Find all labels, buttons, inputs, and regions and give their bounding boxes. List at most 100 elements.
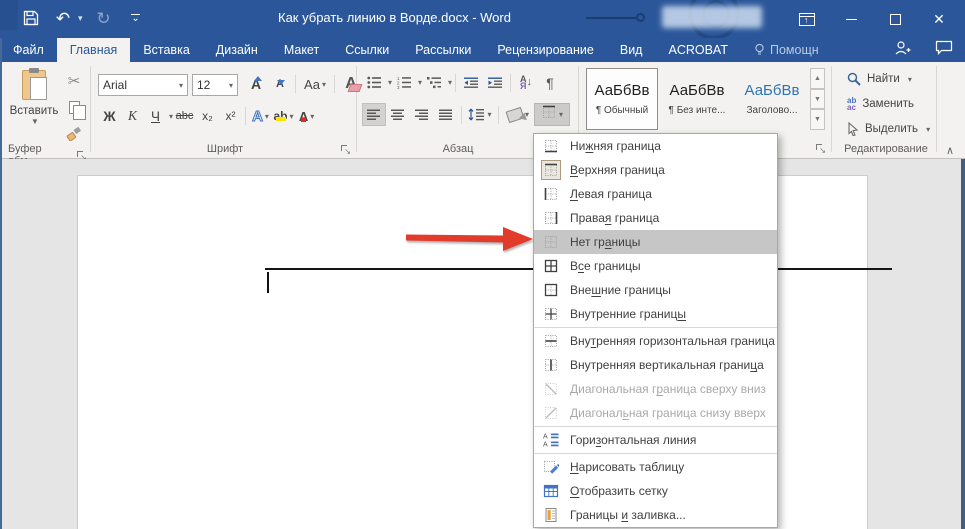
menu-item-border-top[interactable]: Верхняя граница bbox=[534, 158, 777, 182]
justify-button[interactable] bbox=[434, 103, 458, 126]
font-size-combobox[interactable]: 12 ▾ bbox=[192, 74, 238, 96]
align-right-button[interactable] bbox=[410, 103, 434, 126]
menu-item-border-all[interactable]: Все границы bbox=[534, 254, 777, 278]
tab-7[interactable]: Рецензирование bbox=[484, 38, 607, 62]
maximize-button[interactable] bbox=[873, 0, 917, 38]
paste-button[interactable]: Вставить ▼ bbox=[8, 70, 60, 142]
tab-8[interactable]: Вид bbox=[607, 38, 656, 62]
increase-indent-button[interactable] bbox=[483, 71, 507, 94]
clear-formatting-button[interactable]: А bbox=[338, 72, 364, 96]
share-button[interactable] bbox=[893, 40, 911, 61]
cut-button[interactable]: ✂ bbox=[62, 70, 86, 92]
superscript-button[interactable]: x² bbox=[219, 104, 242, 128]
show-hide-marks-button[interactable]: ¶ bbox=[538, 71, 562, 94]
font-family-combobox[interactable]: Arial ▾ bbox=[98, 74, 188, 96]
font-dialog-launcher-icon[interactable] bbox=[340, 144, 350, 154]
undo-button[interactable]: ↶ bbox=[52, 6, 74, 30]
font-family-dropdown-arrow[interactable]: ▾ bbox=[179, 81, 183, 90]
subscript-button[interactable]: x₂ bbox=[196, 104, 219, 128]
style-card-1[interactable]: АаБбВв¶ Без инте... bbox=[661, 68, 733, 130]
style-card-0[interactable]: АаБбВв¶ Обычный bbox=[586, 68, 658, 130]
styles-scroll-up-button[interactable]: ▲ bbox=[810, 68, 825, 89]
tab-file[interactable]: Файл bbox=[0, 38, 57, 62]
numbering-button[interactable]: 1 2 3 bbox=[392, 71, 416, 94]
menu-item-borders-shading[interactable]: Границы и заливка... bbox=[534, 503, 777, 527]
menu-item-border-inside-v[interactable]: Внутренняя вертикальная граница bbox=[534, 353, 777, 377]
shading-button[interactable]: ▾ bbox=[502, 103, 534, 126]
highlight-dropdown-arrow[interactable]: ▾ bbox=[290, 112, 294, 121]
paste-dropdown-arrow[interactable]: ▼ bbox=[31, 117, 39, 126]
strikethrough-button[interactable]: abc bbox=[173, 104, 196, 128]
collapse-ribbon-button[interactable]: ∧ bbox=[941, 144, 959, 157]
undo-icon: ↶ bbox=[56, 10, 70, 27]
multilevel-list-button[interactable] bbox=[422, 71, 446, 94]
borders-dropdown-arrow[interactable]: ▾ bbox=[559, 110, 563, 119]
tab-1[interactable]: Главная bbox=[57, 38, 131, 62]
format-painter-button[interactable] bbox=[62, 122, 86, 144]
align-left-button[interactable] bbox=[362, 103, 386, 126]
circuit-node bbox=[636, 13, 645, 22]
text-effects-dropdown-arrow[interactable]: ▾ bbox=[265, 112, 269, 121]
menu-item-border-inside-h[interactable]: Внутренняя горизонтальная граница bbox=[534, 329, 777, 353]
select-button[interactable]: Выделить ▾ bbox=[847, 122, 930, 136]
replace-button[interactable]: abac Заменить bbox=[847, 97, 914, 111]
menu-item-view-gridlines[interactable]: Отобразить сетку bbox=[534, 479, 777, 503]
subscript-icon: x₂ bbox=[202, 109, 213, 123]
tab-6[interactable]: Рассылки bbox=[402, 38, 484, 62]
line-spacing-button[interactable]: ▾ bbox=[465, 103, 495, 126]
line-spacing-dropdown-arrow[interactable]: ▾ bbox=[487, 110, 491, 119]
grow-font-button[interactable]: A bbox=[244, 72, 268, 96]
multilevel-dropdown-arrow[interactable]: ▾ bbox=[448, 78, 452, 87]
bold-button[interactable]: Ж bbox=[98, 104, 121, 128]
minimize-button[interactable] bbox=[829, 0, 873, 38]
numbering-icon: 1 2 3 bbox=[397, 76, 412, 89]
italic-button[interactable]: К bbox=[121, 104, 144, 128]
text-effects-button[interactable]: А▾ bbox=[249, 104, 272, 128]
sort-button[interactable]: АЯ ↓ bbox=[514, 71, 538, 94]
save-button[interactable] bbox=[20, 6, 42, 30]
tab-4[interactable]: Макет bbox=[271, 38, 332, 62]
menu-item-horizontal-line[interactable]: AAГоризонтальная линия bbox=[534, 428, 777, 452]
menu-item-border-right[interactable]: Правая граница bbox=[534, 206, 777, 230]
find-dropdown-arrow[interactable]: ▾ bbox=[908, 75, 912, 84]
customize-qat-button[interactable]: ⌄ bbox=[125, 6, 147, 30]
tab-3[interactable]: Дизайн bbox=[203, 38, 271, 62]
find-button[interactable]: Найти ▾ bbox=[847, 72, 912, 86]
select-dropdown-arrow[interactable]: ▾ bbox=[926, 125, 930, 134]
font-size-dropdown-arrow[interactable]: ▾ bbox=[229, 81, 233, 90]
border-diag-up-icon bbox=[541, 403, 561, 423]
tab-10[interactable]: Помощн bbox=[741, 38, 832, 62]
styles-more-button[interactable]: ▼ bbox=[810, 109, 825, 130]
bullets-button[interactable] bbox=[362, 71, 386, 94]
highlight-button[interactable]: ab▾ bbox=[272, 104, 295, 128]
menu-item-border-bottom[interactable]: Нижняя граница bbox=[534, 134, 777, 158]
align-center-button[interactable] bbox=[386, 103, 410, 126]
change-case-button[interactable]: Aa ▾ bbox=[299, 72, 331, 96]
change-case-dropdown-arrow[interactable]: ▾ bbox=[322, 80, 326, 89]
tab-5[interactable]: Ссылки bbox=[332, 38, 402, 62]
paragraph-row2: ▾ ▾ ▾ bbox=[362, 103, 570, 126]
tab-2[interactable]: Вставка bbox=[130, 38, 202, 62]
font-color-button[interactable]: А▾ bbox=[295, 104, 318, 128]
comments-button[interactable] bbox=[935, 40, 953, 60]
tab-9[interactable]: ACROBAT bbox=[655, 38, 741, 62]
close-button[interactable]: ✕ bbox=[917, 0, 961, 38]
menu-item-border-inside[interactable]: Внутренние границы bbox=[534, 302, 777, 326]
borders-button[interactable]: ▾ bbox=[534, 103, 570, 126]
styles-dialog-launcher-icon[interactable] bbox=[815, 143, 825, 153]
underline-button[interactable]: Ч bbox=[144, 104, 167, 128]
copy-button[interactable] bbox=[62, 96, 86, 118]
font-family-value: Arial bbox=[103, 78, 127, 92]
menu-item-draw-table[interactable]: Нарисовать таблицу bbox=[534, 455, 777, 479]
decrease-indent-button[interactable] bbox=[459, 71, 483, 94]
shrink-font-button[interactable]: A bbox=[268, 72, 292, 96]
menu-item-border-outside[interactable]: Внешние границы bbox=[534, 278, 777, 302]
style-card-2[interactable]: АаБбВвЗаголово... bbox=[736, 68, 808, 130]
document-area[interactable] bbox=[0, 159, 965, 529]
undo-dropdown-arrow[interactable]: ▾ bbox=[78, 13, 83, 24]
ribbon-display-options-button[interactable] bbox=[785, 0, 829, 38]
styles-scroll-down-button[interactable]: ▼ bbox=[810, 89, 825, 110]
menu-item-border-left[interactable]: Левая граница bbox=[534, 182, 777, 206]
menu-item-border-none[interactable]: Нет границы bbox=[534, 230, 777, 254]
font-color-dropdown-arrow[interactable]: ▾ bbox=[310, 112, 314, 121]
